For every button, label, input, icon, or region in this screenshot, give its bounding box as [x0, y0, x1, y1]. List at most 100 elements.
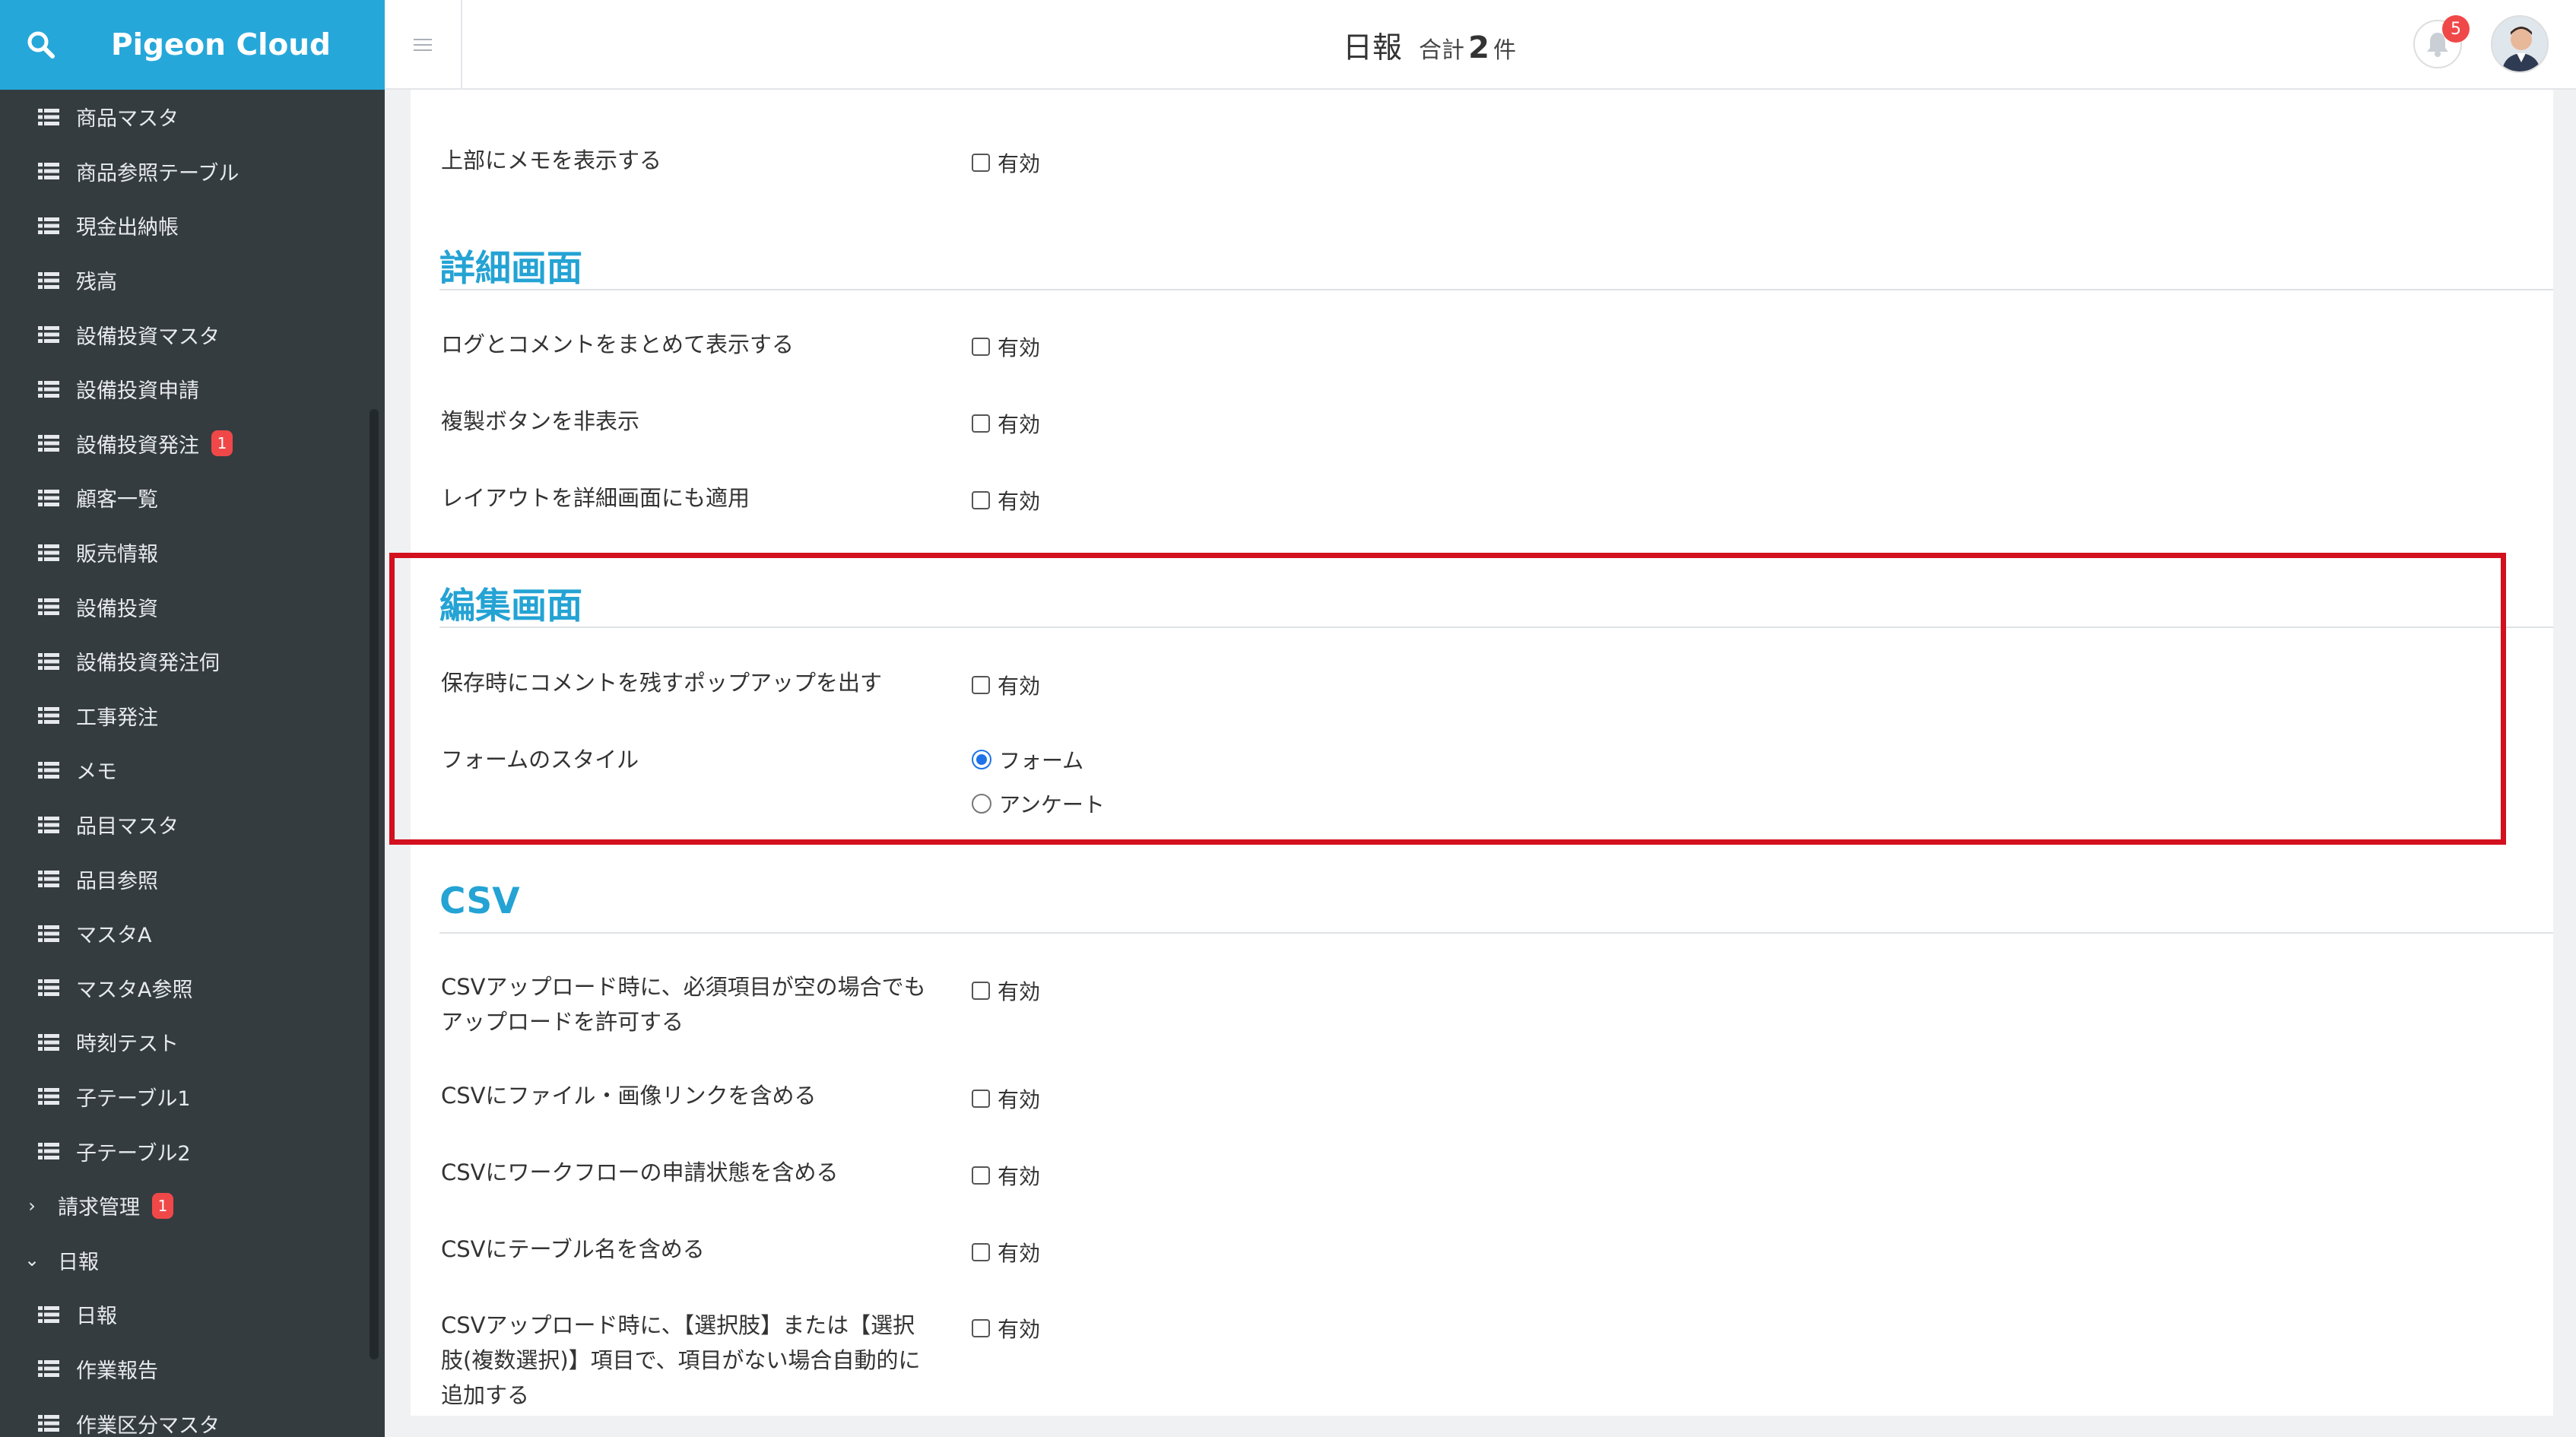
hide-duplicate-button-checkbox[interactable]: 有効	[972, 408, 1040, 439]
sidebar-item-label: 日報	[76, 1305, 117, 1329]
sidebar-group-label: 請求管理	[58, 1196, 140, 1220]
section-divider	[439, 932, 2553, 934]
sidebar-item-master-a[interactable]: マスタA	[0, 906, 385, 961]
sidebar: 商品マスタ 商品参照テーブル 現金出納帳 残高 設備投資マスタ 設備投資申請 設…	[0, 90, 385, 1437]
csv-auto-add-choices-checkbox[interactable]: 有効	[972, 1313, 1040, 1343]
sidebar-item-setsubi-shinsei[interactable]: 設備投資申請	[0, 362, 385, 417]
table-list-icon	[38, 1305, 59, 1323]
sidebar-item-setsubi-master[interactable]: 設備投資マスタ	[0, 307, 385, 362]
sidebar-item-setsubi-toshi[interactable]: 設備投資	[0, 579, 385, 634]
hamburger-icon	[414, 39, 432, 51]
sidebar-item-hinmoku-master[interactable]: 品目マスタ	[0, 798, 385, 852]
memo-on-top-checkbox[interactable]: 有効	[972, 148, 1040, 178]
highlight-box	[389, 553, 2506, 845]
setting-label: 複製ボタンを非表示	[441, 408, 640, 434]
table-list-icon	[38, 1415, 59, 1432]
table-list-icon	[38, 598, 59, 616]
page-title: 日報 合計 2 件	[1343, 24, 1516, 67]
sidebar-item-memo[interactable]: メモ	[0, 743, 385, 798]
sidebar-item-nippo[interactable]: 日報	[0, 1287, 385, 1342]
search-button[interactable]	[0, 0, 82, 90]
checkbox[interactable]	[972, 982, 990, 1000]
sidebar-item-sagyo-hokoku[interactable]: 作業報告	[0, 1342, 385, 1397]
table-list-icon	[38, 163, 59, 180]
sidebar-item-master-a-sansho[interactable]: マスタA参照	[0, 961, 385, 1016]
notification-button[interactable]: 5	[2413, 15, 2470, 68]
checkbox-label: 有効	[998, 1087, 1041, 1112]
search-icon	[27, 31, 55, 59]
setting-label: CSVアップロード時に、必須項目が空の場合でも アップロードを許可する	[441, 969, 926, 1039]
sidebar-item-child-table-1[interactable]: 子テーブル1	[0, 1070, 385, 1125]
sidebar-item-label: 現金出納帳	[76, 216, 179, 240]
setting-label-line: アップロードを許可する	[441, 1009, 684, 1035]
sidebar-item-genkin-suitocho[interactable]: 現金出納帳	[0, 198, 385, 253]
setting-label: 上部にメモを表示する	[441, 148, 662, 173]
sidebar-item-hinmoku-sansho[interactable]: 品目参照	[0, 852, 385, 906]
checkbox[interactable]	[972, 491, 990, 509]
sidebar-item-label: メモ	[76, 760, 117, 785]
setting-label: CSVアップロード時に、【選択肢】または【選択 肢(複数選択)】項目で、項目がない…	[441, 1308, 920, 1413]
sidebar-item-zandaka[interactable]: 残高	[0, 253, 385, 308]
checkbox-label: 有効	[998, 1164, 1041, 1189]
table-list-icon	[38, 435, 59, 452]
sidebar-item-label: 設備投資申請	[76, 379, 199, 404]
table-list-icon	[38, 1143, 59, 1160]
sidebar-item-label: 顧客一覧	[76, 488, 158, 512]
checkbox[interactable]	[972, 1166, 990, 1185]
csv-allow-empty-required-checkbox[interactable]: 有効	[972, 975, 1040, 1006]
checkbox[interactable]	[972, 1090, 990, 1108]
checkbox-label: 有効	[998, 412, 1041, 437]
brand-bar: Pigeon Cloud	[0, 0, 385, 90]
chevron-down-icon: ⌄	[24, 1249, 40, 1271]
section-divider	[439, 289, 2553, 290]
log-comment-merge-checkbox[interactable]: 有効	[972, 331, 1040, 362]
record-count-unit: 件	[1493, 37, 1517, 64]
checkbox[interactable]	[972, 338, 990, 356]
checkbox-label: 有効	[998, 489, 1041, 514]
table-list-icon	[38, 1088, 59, 1106]
apply-layout-detail-checkbox[interactable]: 有効	[972, 485, 1040, 515]
table-list-icon	[38, 108, 59, 125]
sidebar-item-label: 残高	[76, 271, 117, 295]
user-avatar[interactable]	[2491, 15, 2549, 73]
csv-include-workflow-status-checkbox[interactable]: 有効	[972, 1160, 1040, 1191]
checkbox[interactable]	[972, 154, 990, 172]
csv-include-file-links-checkbox[interactable]: 有効	[972, 1083, 1040, 1114]
csv-include-table-name-checkbox[interactable]: 有効	[972, 1237, 1040, 1267]
brand-title[interactable]: Pigeon Cloud	[111, 28, 331, 62]
table-list-icon	[38, 979, 59, 997]
sidebar-item-setsubi-hatchu[interactable]: 設備投資発注 1	[0, 417, 385, 471]
sidebar-item-shohin-master[interactable]: 商品マスタ	[0, 90, 385, 144]
setting-label-line: CSVアップロード時に、必須項目が空の場合でも	[441, 974, 926, 1000]
sidebar-item-jikoku-test[interactable]: 時刻テスト	[0, 1015, 385, 1070]
table-list-icon	[38, 816, 59, 833]
sidebar-item-label: 作業報告	[76, 1359, 158, 1383]
menu-toggle-button[interactable]	[385, 0, 462, 90]
sidebar-item-label: 商品マスタ	[76, 107, 179, 132]
setting-label: CSVにテーブル名を含める	[441, 1236, 705, 1262]
sidebar-item-label: 商品参照テーブル	[76, 161, 240, 186]
sidebar-scrollbar[interactable]	[370, 409, 379, 1359]
checkbox-label: 有効	[998, 1241, 1041, 1266]
sidebar-item-koji-hatchu[interactable]: 工事発注	[0, 689, 385, 744]
chevron-right-icon: ›	[28, 1194, 36, 1217]
section-title-csv: CSV	[439, 880, 520, 922]
sidebar-item-sagyo-kubun-master[interactable]: 作業区分マスタ	[0, 1396, 385, 1437]
checkbox[interactable]	[972, 1319, 990, 1337]
table-list-icon	[38, 761, 59, 779]
table-list-icon	[38, 489, 59, 506]
page-title-text: 日報	[1343, 31, 1403, 65]
checkbox[interactable]	[972, 414, 990, 433]
setting-label: レイアウトを詳細画面にも適用	[441, 485, 750, 511]
table-list-icon	[38, 380, 59, 398]
sidebar-group-daily-report[interactable]: ⌄ 日報	[0, 1232, 385, 1287]
sidebar-item-shohin-sansho[interactable]: 商品参照テーブル	[0, 144, 385, 199]
sidebar-item-kokyaku[interactable]: 顧客一覧	[0, 471, 385, 525]
setting-label-line: CSVアップロード時に、【選択肢】または【選択	[441, 1312, 915, 1338]
checkbox[interactable]	[972, 1243, 990, 1261]
sidebar-item-hanbai[interactable]: 販売情報	[0, 525, 385, 580]
sidebar-item-child-table-2[interactable]: 子テーブル2	[0, 1124, 385, 1178]
sidebar-item-setsubi-hatchu-ukagai[interactable]: 設備投資発注伺	[0, 634, 385, 689]
sidebar-group-billing[interactable]: › 請求管理 1	[0, 1178, 385, 1233]
sidebar-item-label: 設備投資発注伺	[76, 652, 220, 676]
